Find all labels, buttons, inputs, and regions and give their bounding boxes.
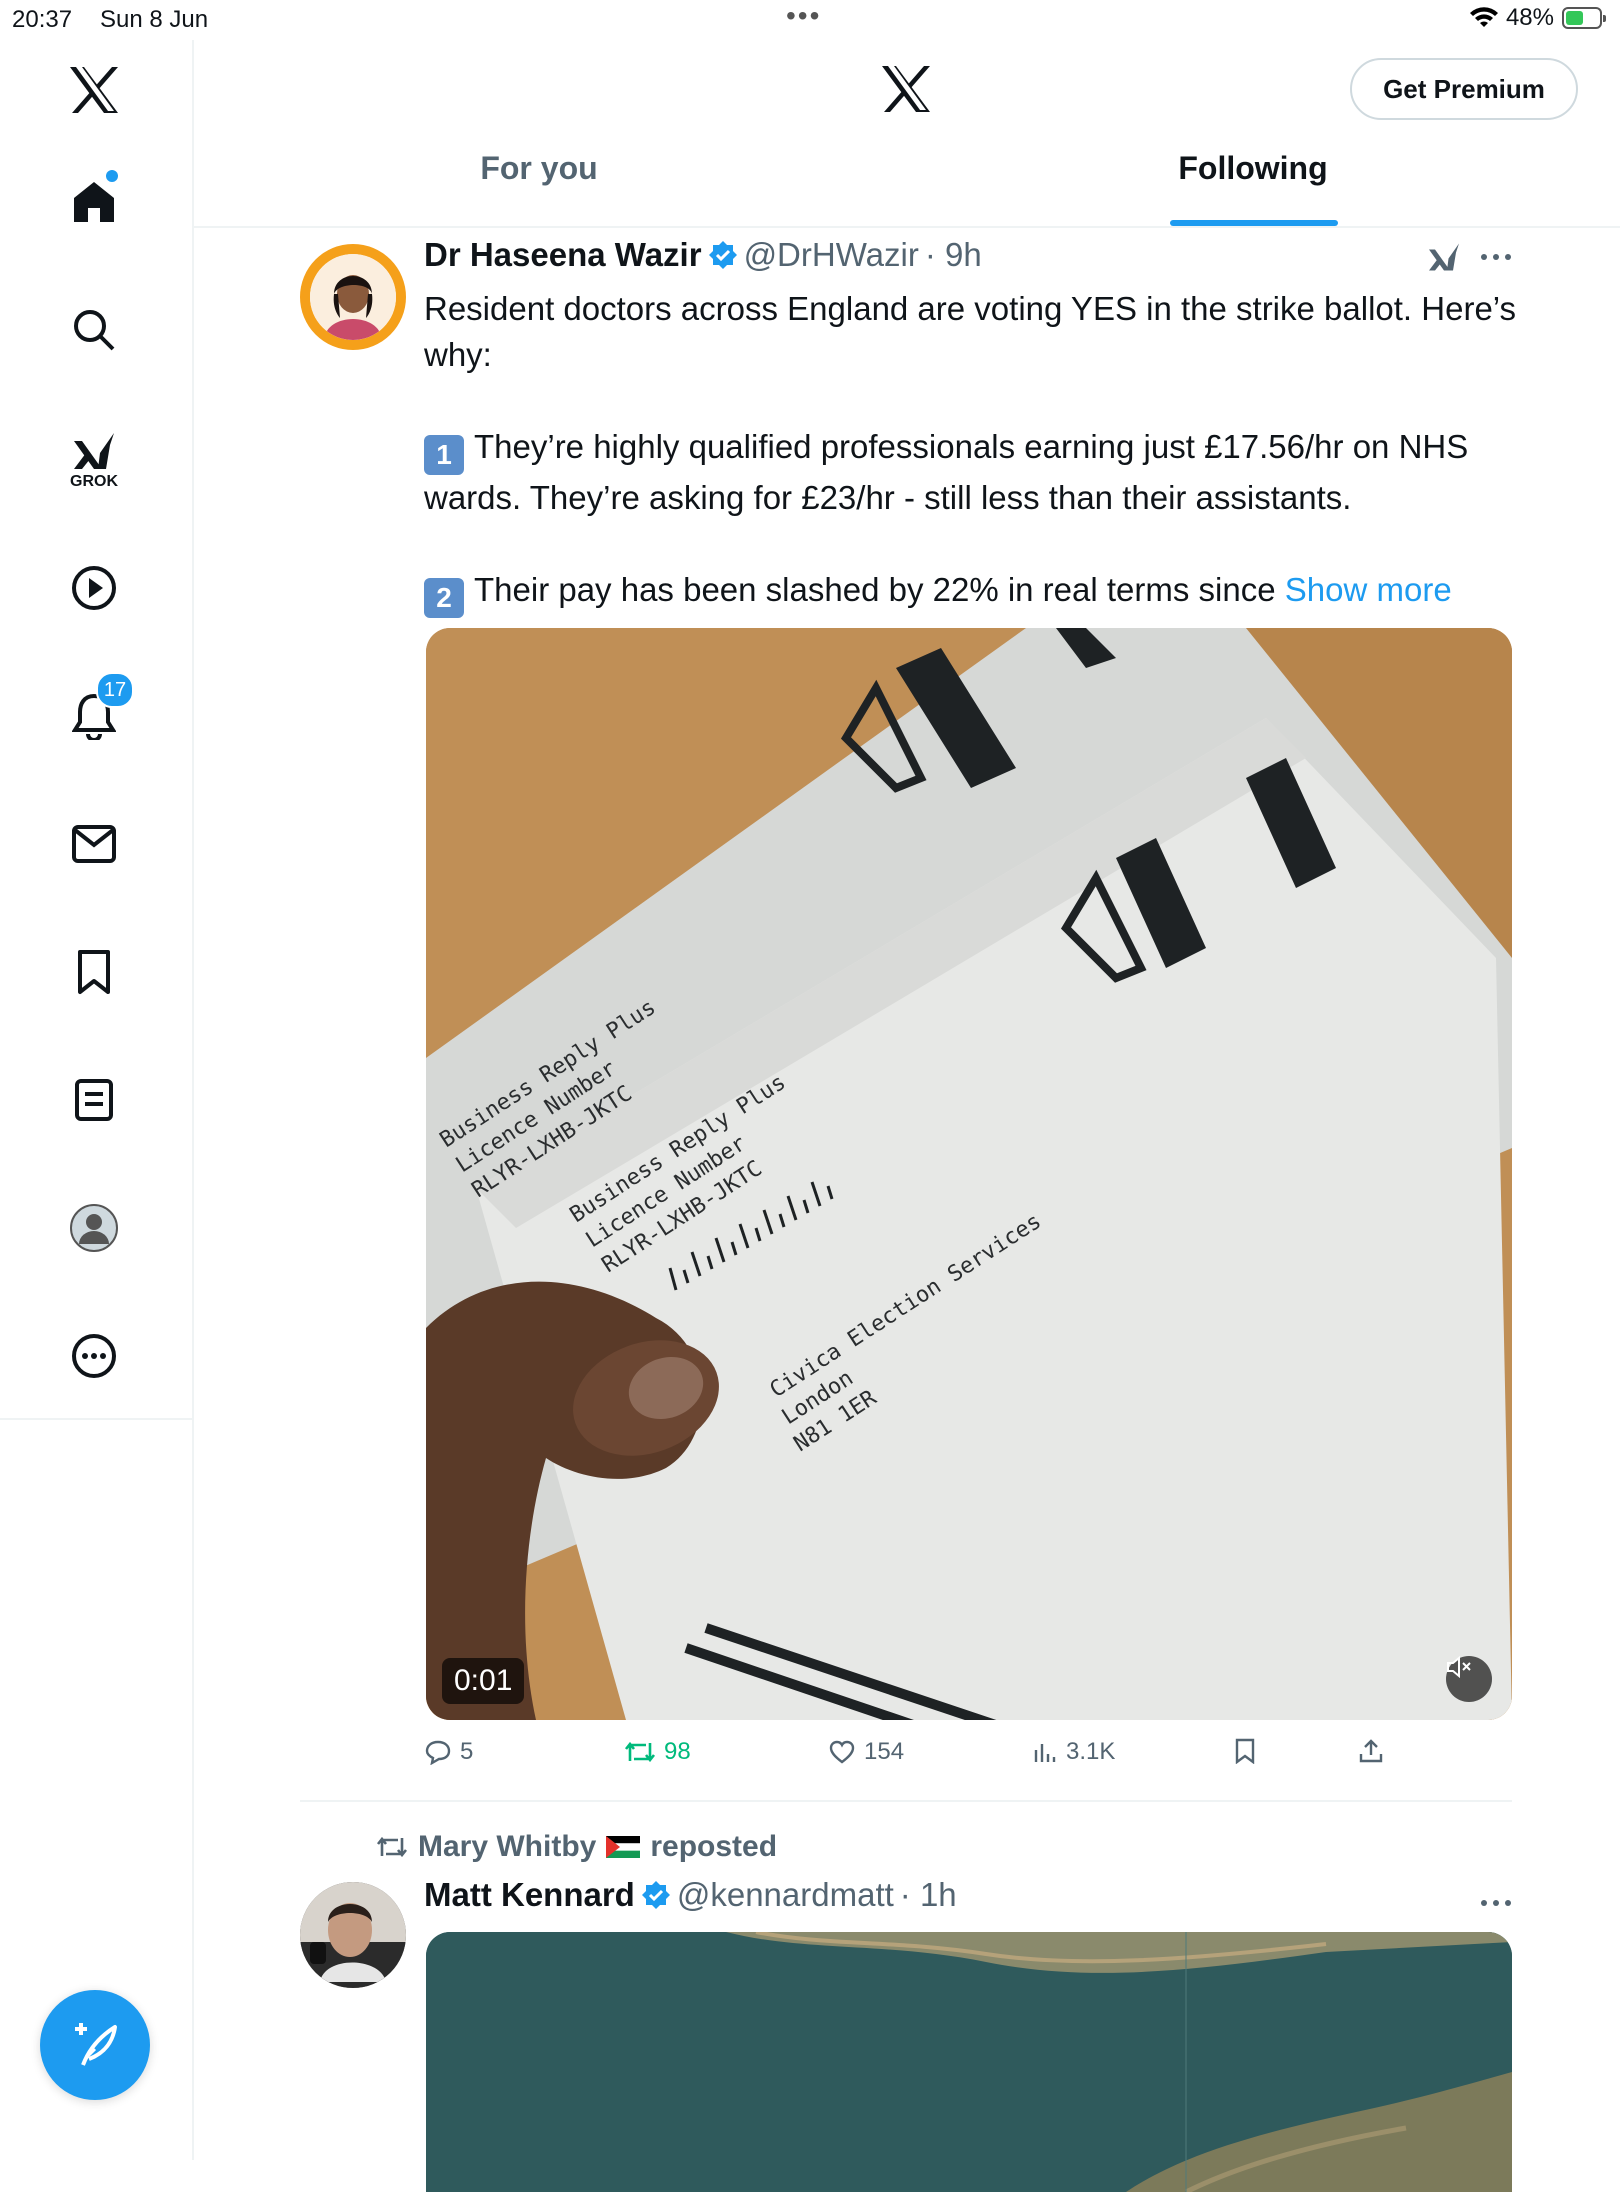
status-date: Sun 8 Jun <box>100 6 209 33</box>
sidebar-nav: GROK 17 <box>0 40 194 2160</box>
mute-button[interactable] <box>1446 1656 1492 1702</box>
home-icon[interactable] <box>44 152 144 252</box>
compose-post-icon <box>75 2023 117 2066</box>
grok-small-icon <box>1429 243 1459 271</box>
lists-icon[interactable] <box>44 1050 144 1150</box>
heart-icon <box>829 1740 855 1764</box>
messages-envelope-icon[interactable] <box>44 794 144 894</box>
repost-small-icon <box>376 1836 408 1858</box>
bookmark-icon[interactable] <box>44 922 144 1022</box>
notifications-bell-icon[interactable]: 17 <box>44 666 144 766</box>
status-bar: 20:37 Sun 8 Jun ••• 48% <box>0 0 1620 40</box>
get-premium-button[interactable]: Get Premium <box>1350 58 1578 120</box>
tweet-actions: 5 98 154 3.1K <box>424 1738 1524 1778</box>
notifications-badge: 17 <box>96 672 134 708</box>
speaker-muted-icon <box>1447 1656 1471 1678</box>
bookmark-small-icon <box>1235 1738 1255 1764</box>
status-time: 20:37 <box>12 6 73 33</box>
tweet-divider <box>300 1800 1512 1802</box>
bookmark-button[interactable] <box>1234 1738 1256 1764</box>
palestine-flag-icon <box>606 1836 641 1858</box>
author-name[interactable]: Matt Kennard <box>424 1876 635 1914</box>
grok-explain-button[interactable] <box>1426 240 1512 274</box>
home-unread-dot <box>106 170 118 182</box>
search-icon[interactable] <box>44 280 144 380</box>
tweet-paragraph: Resident doctors across England are voti… <box>424 290 1517 373</box>
share-button[interactable] <box>1358 1738 1384 1764</box>
tweet-video[interactable]: Business Reply Plus Licence Number RLYR-… <box>426 628 1512 1720</box>
tweet-paragraph-2: 2 Their pay has been slashed by 22% in re… <box>424 567 1524 618</box>
tweet-paragraph-2-text: Their pay has been slashed by 22% in rea… <box>474 571 1276 608</box>
tweet-header: Matt Kennard @kennardmatt · 1h <box>424 1876 957 1914</box>
like-count: 154 <box>864 1738 905 1765</box>
reposted-by-line: Mary Whitby reposted <box>376 1830 777 1864</box>
tweet-paragraph-1-text: They’re highly qualified professionals e… <box>424 428 1469 516</box>
profile-avatar-icon[interactable] <box>44 1178 144 1278</box>
video-play-icon[interactable] <box>44 538 144 638</box>
author-handle[interactable]: @DrHWazir <box>744 236 919 274</box>
more-options-icon <box>1481 1900 1511 1906</box>
battery-percent: 48% <box>1505 4 1554 31</box>
tweet-header: Dr Haseena Wazir @DrHWazir · 9h <box>424 236 982 274</box>
verified-badge-icon <box>708 241 737 269</box>
verified-badge-icon <box>641 1881 670 1909</box>
like-button[interactable]: 154 <box>828 1738 904 1766</box>
tweet-image[interactable] <box>426 1932 1512 2192</box>
video-timestamp: 0:01 <box>442 1658 525 1704</box>
grok-icon[interactable]: GROK <box>44 410 144 510</box>
tab-for-you-label: For you <box>480 150 598 186</box>
more-options-icon[interactable] <box>1480 253 1512 261</box>
repost-count: 98 <box>664 1738 691 1765</box>
tweet-time[interactable]: · 1h <box>900 1876 957 1914</box>
x-logo-icon[interactable] <box>44 40 144 140</box>
grok-label: GROK <box>70 473 118 490</box>
keycap-1-emoji: 1 <box>424 435 464 475</box>
reposted-label: reposted <box>650 1830 778 1863</box>
keycap-2-emoji: 2 <box>424 578 464 618</box>
tweet-paragraph-1: 1 They’re highly qualified professionals … <box>424 424 1524 521</box>
satellite-map-image <box>426 1932 1512 2192</box>
share-icon <box>1359 1739 1383 1763</box>
battery-icon <box>1562 7 1606 29</box>
multitask-dots[interactable]: ••• <box>786 0 821 32</box>
view-count: 3.1K <box>1066 1738 1116 1765</box>
x-logo-header-icon[interactable] <box>880 64 932 119</box>
video-frame-image: Business Reply Plus Licence Number RLYR-… <box>426 628 1512 1720</box>
reply-count: 5 <box>460 1738 474 1765</box>
more-circle-icon[interactable] <box>44 1306 144 1406</box>
avatar[interactable] <box>300 1882 406 1988</box>
tweet-body: Resident doctors across England are voti… <box>424 286 1524 618</box>
tab-following[interactable]: Following <box>886 150 1620 226</box>
wifi-icon <box>1469 7 1498 27</box>
repost-icon <box>624 1741 656 1763</box>
show-more-link[interactable]: Show more <box>1285 571 1452 608</box>
tab-following-label: Following <box>1178 150 1328 186</box>
compose-post-button[interactable] <box>40 1990 150 2100</box>
more-options-button[interactable] <box>1480 1894 1512 1912</box>
views-button[interactable]: 3.1K <box>1032 1738 1115 1766</box>
header-divider <box>192 226 1620 228</box>
reply-button[interactable]: 5 <box>424 1738 473 1766</box>
views-chart-icon <box>1034 1744 1056 1762</box>
status-right: 48% <box>1469 4 1606 32</box>
repost-button[interactable]: 98 <box>624 1738 691 1766</box>
tweet-time[interactable]: · 9h <box>925 236 982 274</box>
avatar[interactable] <box>300 244 406 350</box>
author-handle[interactable]: @kennardmatt <box>677 1876 894 1914</box>
reply-icon <box>425 1740 451 1765</box>
tab-for-you[interactable]: For you <box>192 150 886 226</box>
sidebar-separator <box>0 1418 192 1420</box>
author-name[interactable]: Dr Haseena Wazir <box>424 236 702 274</box>
reposter-name[interactable]: Mary Whitby <box>418 1830 596 1864</box>
